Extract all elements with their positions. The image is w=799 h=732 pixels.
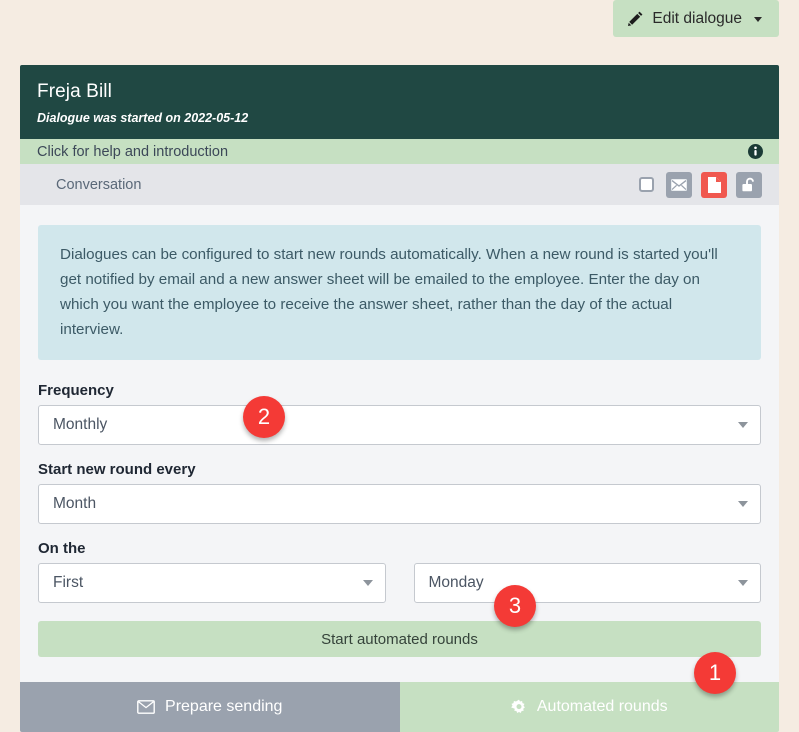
- page-title: Freja Bill: [37, 81, 759, 103]
- interval-value: Month: [53, 495, 96, 513]
- info-message-text: Dialogues can be configured to start new…: [60, 242, 739, 342]
- info-message-box: Dialogues can be configured to start new…: [38, 225, 761, 360]
- onthe-ordinal-select[interactable]: First: [38, 563, 386, 603]
- edit-dialogue-label: Edit dialogue: [652, 10, 742, 28]
- dialogue-started-subtitle: Dialogue was started on 2022-05-12: [37, 111, 759, 125]
- tab-automated-rounds[interactable]: Automated rounds: [400, 682, 780, 732]
- help-bar[interactable]: Click for help and introduction: [20, 139, 779, 164]
- frequency-select[interactable]: Monthly: [38, 405, 761, 445]
- interval-select[interactable]: Month: [38, 484, 761, 524]
- info-circle-icon[interactable]: [748, 144, 763, 159]
- gear-icon: [511, 699, 527, 715]
- interval-label: Start new round every: [38, 461, 761, 478]
- onthe-row: First Monday: [38, 563, 761, 603]
- onthe-label: On the: [38, 540, 761, 557]
- chevron-down-icon: [738, 580, 748, 586]
- conversation-select-checkbox[interactable]: [639, 177, 654, 192]
- edit-dialogue-button[interactable]: Edit dialogue: [613, 0, 779, 37]
- body-spacer: [38, 657, 761, 682]
- onthe-weekday-value: Monday: [429, 574, 484, 592]
- dialogue-card: Freja Bill Dialogue was started on 2022-…: [20, 65, 779, 732]
- frequency-label: Frequency: [38, 382, 761, 399]
- card-header: Freja Bill Dialogue was started on 2022-…: [20, 65, 779, 139]
- chevron-down-icon: [363, 580, 373, 586]
- conversation-label: Conversation: [56, 177, 141, 193]
- tab-prepare-sending[interactable]: Prepare sending: [20, 682, 400, 732]
- onthe-ordinal-value: First: [53, 574, 83, 592]
- frequency-value: Monthly: [53, 416, 107, 434]
- tab-automated-rounds-label: Automated rounds: [537, 698, 668, 716]
- top-toolbar: Edit dialogue: [0, 0, 799, 45]
- chevron-down-icon: [738, 422, 748, 428]
- start-automated-rounds-button[interactable]: Start automated rounds: [38, 621, 761, 657]
- envelope-check-icon: [137, 700, 155, 714]
- card-body: Dialogues can be configured to start new…: [20, 205, 779, 682]
- onthe-weekday-select[interactable]: Monday: [414, 563, 762, 603]
- card-tabbar: Prepare sending Automated rounds: [20, 682, 779, 732]
- pencil-icon: [628, 11, 643, 26]
- chevron-down-icon: [754, 17, 762, 22]
- envelope-icon-button[interactable]: [666, 172, 692, 198]
- chevron-down-icon: [738, 501, 748, 507]
- conversation-toolbar: Conversation: [20, 164, 779, 205]
- tab-prepare-sending-label: Prepare sending: [165, 698, 282, 716]
- document-icon-button[interactable]: [701, 172, 727, 198]
- unlock-icon-button[interactable]: [736, 172, 762, 198]
- help-bar-label: Click for help and introduction: [37, 144, 228, 160]
- conversation-actions: [639, 172, 762, 198]
